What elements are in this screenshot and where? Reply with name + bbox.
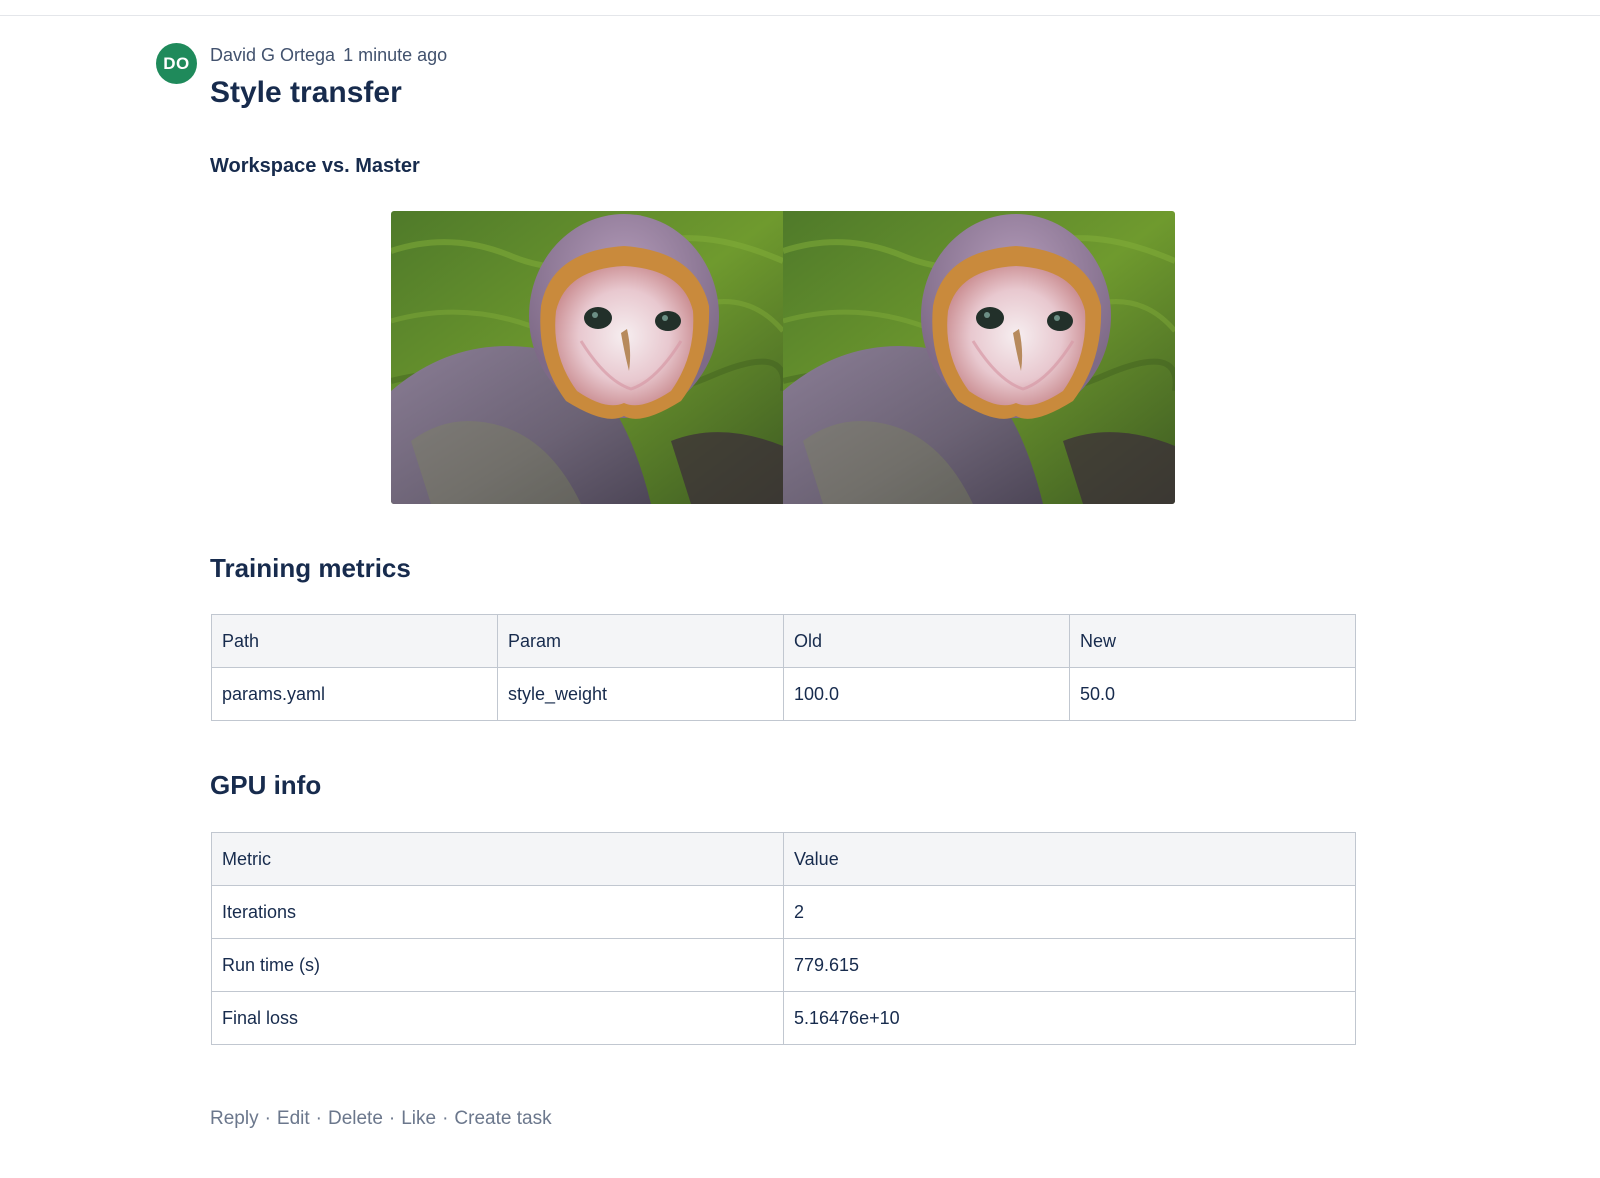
edit-link[interactable]: Edit — [277, 1108, 310, 1129]
column-header: Old — [783, 614, 1070, 668]
column-header: Metric — [211, 832, 784, 886]
separator: · — [388, 1108, 396, 1129]
create-task-link[interactable]: Create task — [454, 1108, 551, 1129]
comment-timestamp[interactable]: 1 minute ago — [343, 45, 447, 65]
table-row: Final loss 5.16476e+10 — [211, 991, 1356, 1045]
training-metrics-table: Path Param Old New params.yaml style_wei… — [211, 614, 1356, 721]
workspace-owl-image — [391, 211, 783, 504]
table-cell: Run time (s) — [211, 938, 784, 992]
table-cell: 5.16476e+10 — [783, 991, 1356, 1045]
table-cell: 779.615 — [783, 938, 1356, 992]
column-header: Value — [783, 832, 1356, 886]
column-header: Path — [211, 614, 498, 668]
avatar[interactable]: DO — [156, 43, 197, 84]
column-header: Param — [497, 614, 784, 668]
column-header: New — [1069, 614, 1356, 668]
comparison-image[interactable] — [391, 211, 1175, 504]
table-cell: Final loss — [211, 991, 784, 1045]
separator: · — [264, 1108, 271, 1129]
table-header-row: Metric Value — [211, 832, 1356, 886]
owl-picture — [783, 211, 1175, 504]
table-row: Run time (s) 779.615 — [211, 938, 1356, 992]
owl-picture — [391, 211, 783, 504]
reply-link[interactable]: Reply — [210, 1108, 259, 1129]
master-owl-image — [783, 211, 1175, 504]
separator: · — [442, 1108, 449, 1129]
top-divider — [0, 15, 1600, 16]
table-cell: style_weight — [497, 667, 784, 721]
gpu-info-heading: GPU info — [210, 770, 322, 800]
author-name[interactable]: David G Ortega — [210, 45, 335, 65]
table-cell: params.yaml — [211, 667, 498, 721]
table-cell: 50.0 — [1069, 667, 1356, 721]
table-cell: 2 — [783, 885, 1356, 939]
gpu-info-table: Metric Value Iterations 2 Run time (s) 7… — [211, 832, 1356, 1045]
image-caption-heading: Workspace vs. Master — [210, 155, 420, 177]
like-link[interactable]: Like — [401, 1108, 436, 1129]
comment-title: Style transfer — [210, 76, 402, 109]
table-header-row: Path Param Old New — [211, 614, 1356, 668]
table-cell: 100.0 — [783, 667, 1070, 721]
delete-link[interactable]: Delete — [328, 1108, 383, 1129]
comment-actions: Reply · Edit · Delete · Like · Create task — [210, 1108, 552, 1130]
comment-meta: David G Ortega 1 minute ago — [210, 45, 447, 66]
table-cell: Iterations — [211, 885, 784, 939]
table-row: params.yaml style_weight 100.0 50.0 — [211, 667, 1356, 721]
training-metrics-heading: Training metrics — [210, 553, 411, 583]
table-row: Iterations 2 — [211, 885, 1356, 939]
separator: · — [315, 1108, 322, 1129]
